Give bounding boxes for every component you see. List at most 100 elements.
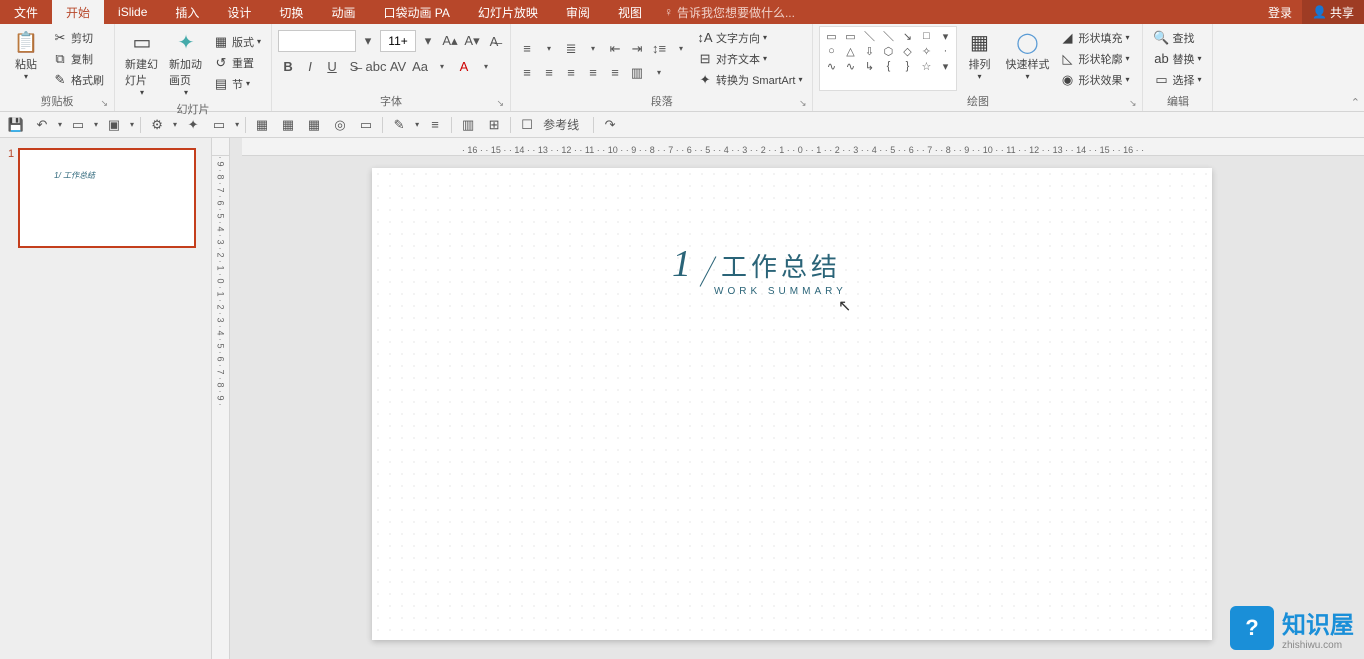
paste-button[interactable]: 📋 粘贴 ▾ bbox=[6, 26, 46, 91]
copy-button[interactable]: ⧉复制 bbox=[48, 49, 108, 69]
select-button[interactable]: ▭选择▾ bbox=[1149, 70, 1205, 90]
tab-home[interactable]: 开始 bbox=[52, 0, 104, 24]
ruler-horizontal: · 16 · · 15 · · 14 · · 13 · · 12 · · 11 … bbox=[242, 138, 1364, 156]
font-size-combo[interactable]: 11+ bbox=[380, 30, 416, 52]
font-name-combo[interactable] bbox=[278, 30, 356, 52]
tab-transitions[interactable]: 切换 bbox=[265, 0, 317, 24]
grow-font-button[interactable]: A▴ bbox=[440, 31, 460, 51]
tab-insert[interactable]: 插入 bbox=[161, 0, 213, 24]
tab-slideshow[interactable]: 幻灯片放映 bbox=[464, 0, 552, 24]
strike-button[interactable]: S̶ bbox=[344, 56, 364, 76]
tab-design[interactable]: 设计 bbox=[213, 0, 265, 24]
lightbulb-icon: ♀ bbox=[664, 5, 673, 19]
shapes-gallery[interactable]: ▭▭＼＼↘□▾ ○△⇩⬡◇✧· ∿∿↳{}☆▾ bbox=[819, 26, 957, 91]
qat-btn-11[interactable]: ▥ bbox=[458, 115, 478, 135]
change-case-button[interactable]: Aa bbox=[410, 56, 430, 76]
slide-canvas[interactable]: 1 工作总结 WORK SUMMARY ↖ bbox=[372, 168, 1212, 640]
clipboard-launcher[interactable]: ↘ bbox=[100, 98, 108, 109]
smartart-button[interactable]: ✦转换为 SmartArt▾ bbox=[693, 70, 806, 90]
align-left-button[interactable]: ≡ bbox=[517, 63, 537, 83]
tab-view[interactable]: 视图 bbox=[604, 0, 656, 24]
increase-indent-button[interactable]: ⇥ bbox=[627, 39, 647, 59]
shape-outline-label: 形状轮廓 bbox=[1078, 51, 1122, 67]
section-button[interactable]: ▤节▾ bbox=[209, 74, 265, 94]
qat-btn-6[interactable]: ▦ bbox=[304, 115, 324, 135]
slide-title-block[interactable]: 1 工作总结 bbox=[672, 240, 841, 284]
save-button[interactable]: 💾 bbox=[6, 115, 26, 135]
reset-button[interactable]: ↺重置 bbox=[209, 53, 265, 73]
divider-line bbox=[700, 256, 717, 286]
chevron-down-icon[interactable]: ▾ bbox=[649, 63, 669, 83]
layout-button[interactable]: ▦版式▾ bbox=[209, 32, 265, 52]
fill-icon: ◢ bbox=[1059, 30, 1075, 46]
slide-subtitle[interactable]: WORK SUMMARY bbox=[714, 286, 847, 297]
qat-btn-9[interactable]: ✎ bbox=[389, 115, 409, 135]
group-slides: ▭ 新建幻灯片 ▾ ✦ 新加动画页 ▾ ▦版式▾ ↺重置 ▤节▾ 幻灯片 bbox=[115, 24, 272, 111]
tell-me[interactable]: ♀ 告诉我您想要做什么... bbox=[664, 0, 795, 24]
shadow-button[interactable]: abc bbox=[366, 56, 386, 76]
guides-checkbox[interactable]: ☐ bbox=[517, 115, 537, 135]
find-button[interactable]: 🔍查找 bbox=[1149, 28, 1205, 48]
font-color-button[interactable]: A bbox=[454, 56, 474, 76]
bold-button[interactable]: B bbox=[278, 56, 298, 76]
cut-button[interactable]: ✂剪切 bbox=[48, 28, 108, 48]
group-editing: 🔍查找 ab替换▾ ▭选择▾ 编辑 bbox=[1143, 24, 1213, 111]
insert-shape-button[interactable]: ▭ bbox=[68, 115, 88, 135]
justify-button[interactable]: ≡ bbox=[583, 63, 603, 83]
tab-file[interactable]: 文件 bbox=[0, 0, 52, 24]
clear-format-button[interactable]: A̶ bbox=[484, 31, 504, 51]
drawing-launcher[interactable]: ↘ bbox=[1129, 98, 1137, 109]
chevron-down-icon[interactable]: ▾ bbox=[418, 31, 438, 51]
chevron-down-icon[interactable]: ▾ bbox=[671, 39, 691, 59]
undo-button[interactable]: ↶ bbox=[32, 115, 52, 135]
columns-button[interactable]: ▥ bbox=[627, 63, 647, 83]
new-slide-button[interactable]: ▭ 新建幻灯片 ▾ bbox=[121, 26, 163, 99]
format-painter-button[interactable]: ✎格式刷 bbox=[48, 70, 108, 90]
paragraph-launcher[interactable]: ↘ bbox=[799, 98, 807, 109]
chevron-down-icon[interactable]: ▾ bbox=[583, 39, 603, 59]
shape-fill-button[interactable]: ◢形状填充▾ bbox=[1055, 28, 1133, 48]
distribute-button[interactable]: ≡ bbox=[605, 63, 625, 83]
redo-button[interactable]: ↷ bbox=[600, 115, 620, 135]
shrink-font-button[interactable]: A▾ bbox=[462, 31, 482, 51]
align-center-button[interactable]: ≡ bbox=[539, 63, 559, 83]
collapse-ribbon-button[interactable]: ⌃ bbox=[1351, 96, 1360, 109]
qat-btn-10[interactable]: ≡ bbox=[425, 115, 445, 135]
tab-review[interactable]: 审阅 bbox=[552, 0, 604, 24]
shape-effects-button[interactable]: ◉形状效果▾ bbox=[1055, 70, 1133, 90]
login-button[interactable]: 登录 bbox=[1258, 0, 1302, 24]
quick-styles-button[interactable]: ◯ 快速样式 ▾ bbox=[1001, 26, 1053, 91]
tab-pa[interactable]: 口袋动画 PA bbox=[369, 0, 463, 24]
chevron-down-icon[interactable]: ▾ bbox=[476, 56, 496, 76]
thumbnail-item[interactable]: 1 1/ 工作总结 bbox=[8, 148, 203, 248]
copy-label: 复制 bbox=[71, 51, 93, 67]
decrease-indent-button[interactable]: ⇤ bbox=[605, 39, 625, 59]
chevron-down-icon[interactable]: ▾ bbox=[358, 31, 378, 51]
italic-button[interactable]: I bbox=[300, 56, 320, 76]
qat-btn-12[interactable]: ⊞ bbox=[484, 115, 504, 135]
qat-btn-5[interactable]: ▦ bbox=[278, 115, 298, 135]
tab-islide[interactable]: iSlide bbox=[104, 0, 161, 24]
arrange-button[interactable]: ▦ 排列 ▾ bbox=[959, 26, 999, 91]
thumbnail-preview[interactable]: 1/ 工作总结 bbox=[18, 148, 196, 248]
numbering-button[interactable]: ≣ bbox=[561, 39, 581, 59]
effects-icon: ◉ bbox=[1059, 72, 1075, 88]
font-launcher[interactable]: ↘ bbox=[496, 98, 504, 109]
qat-btn-8[interactable]: ▭ bbox=[356, 115, 376, 135]
replace-button[interactable]: ab替换▾ bbox=[1149, 49, 1205, 69]
align-right-button[interactable]: ≡ bbox=[561, 63, 581, 83]
qat-btn-7[interactable]: ◎ bbox=[330, 115, 350, 135]
spacing-button[interactable]: AV bbox=[388, 56, 408, 76]
share-button[interactable]: 👤 共享 bbox=[1302, 0, 1364, 24]
chevron-down-icon[interactable]: ▾ bbox=[539, 39, 559, 59]
new-anim-button[interactable]: ✦ 新加动画页 ▾ bbox=[165, 26, 207, 99]
align-text-button[interactable]: ⊟对齐文本▾ bbox=[693, 49, 806, 69]
underline-button[interactable]: U bbox=[322, 56, 342, 76]
text-direction-button[interactable]: ↕A文字方向▾ bbox=[693, 28, 806, 48]
bullets-button[interactable]: ≡ bbox=[517, 39, 537, 59]
line-spacing-button[interactable]: ↕≡ bbox=[649, 39, 669, 59]
tab-animations[interactable]: 动画 bbox=[317, 0, 369, 24]
watermark-badge: ? bbox=[1230, 606, 1274, 650]
chevron-down-icon[interactable]: ▾ bbox=[432, 56, 452, 76]
shape-outline-button[interactable]: ◺形状轮廓▾ bbox=[1055, 49, 1133, 69]
